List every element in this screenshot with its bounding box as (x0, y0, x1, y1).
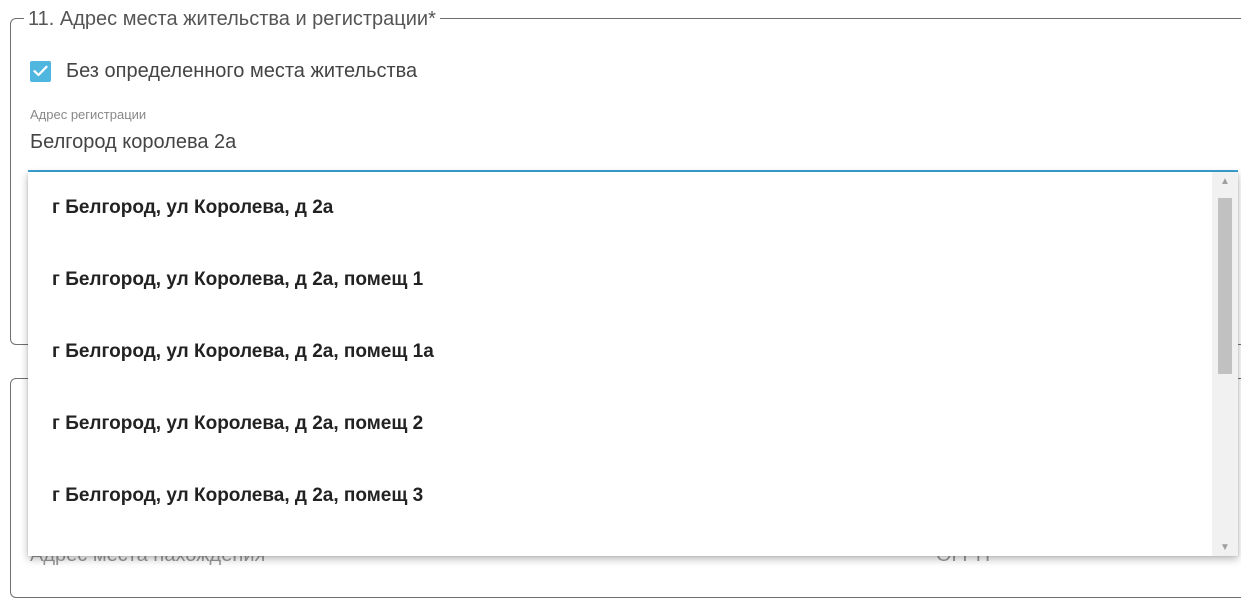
suggestion-option[interactable]: г Белгород, ул Королева, д 2а (28, 172, 1213, 244)
suggestion-option[interactable]: г Белгород, ул Королева, д 2а, помещ 2 (28, 388, 1213, 460)
address-suggestions-dropdown[interactable]: г Белгород, ул Королева, д 2а г Белгород… (28, 172, 1238, 556)
scroll-up-arrow-icon[interactable]: ▲ (1212, 172, 1238, 190)
scroll-down-arrow-icon[interactable]: ▼ (1212, 538, 1238, 556)
registration-address-label: Адрес регистрации (30, 107, 147, 122)
checkmark-icon (33, 65, 48, 77)
suggestion-option[interactable]: г Белгород, ул Королева, д 2а, помещ 1а (28, 316, 1213, 388)
suggestion-option[interactable]: г Белгород, ул Королева, д 2а, помещ 1 (28, 244, 1213, 316)
dropdown-scrollbar[interactable]: ▲ ▼ (1212, 172, 1238, 556)
no-fixed-address-checkbox[interactable] (30, 60, 51, 82)
scroll-thumb[interactable] (1218, 198, 1232, 374)
checkbox-label: Без определенного места жительства (66, 59, 418, 82)
no-fixed-address-checkbox-row[interactable]: Без определенного места жительства (30, 58, 417, 84)
section-title: 11. Адрес места жительства и регистрации… (24, 8, 440, 30)
suggestion-option[interactable]: г Белгород, ул Королева, д 2а, помещ 3 (28, 460, 1213, 532)
registration-address-input[interactable]: Белгород королева 2а (30, 131, 236, 154)
